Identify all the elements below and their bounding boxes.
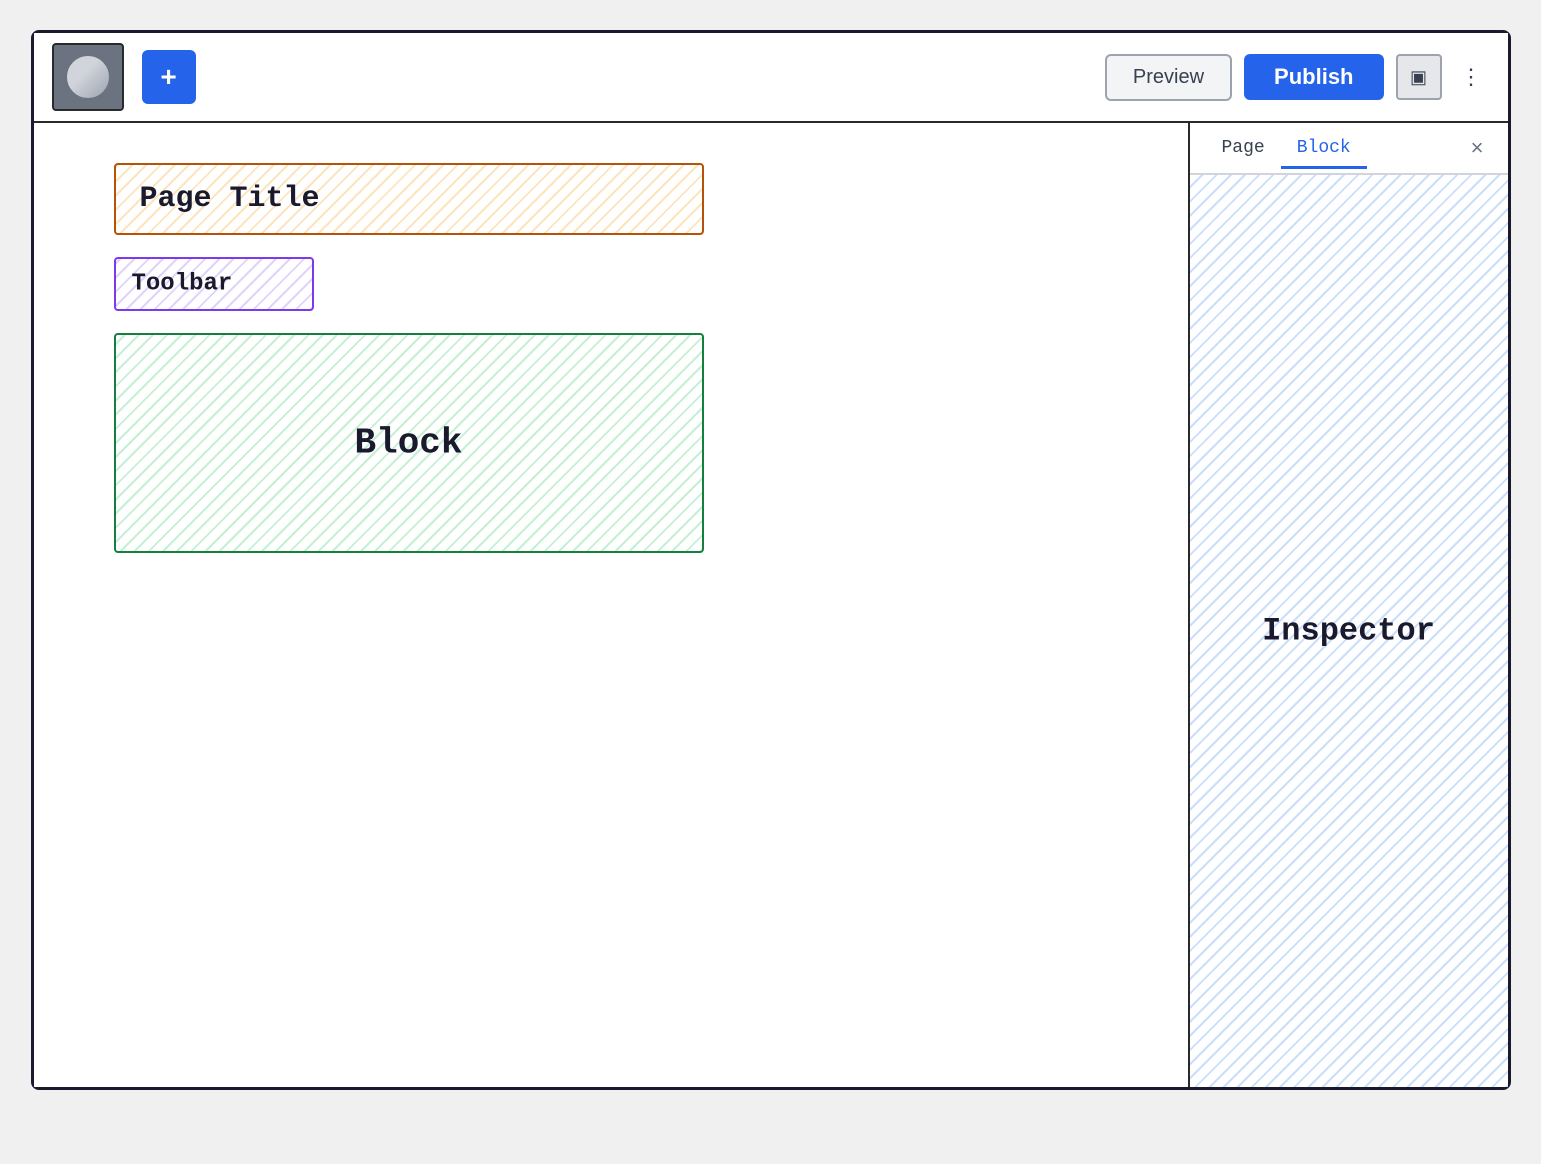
toolbar-text: Toolbar (132, 271, 233, 298)
page-title-hatched-box[interactable]: Page Title (114, 163, 704, 235)
inspector-label: Inspector (1262, 613, 1435, 650)
toolbar-hatched-box[interactable]: Toolbar (114, 257, 314, 311)
plus-icon: + (160, 63, 176, 91)
logo-box (52, 43, 124, 111)
topbar-actions: Preview Publish ▣ ⋮ (1105, 54, 1490, 101)
logo-icon (65, 54, 111, 100)
more-options-button[interactable]: ⋮ (1454, 54, 1490, 100)
block-container: Block (114, 333, 1108, 553)
canvas: Page Title Toolbar Block (34, 123, 1188, 1087)
tab-page[interactable]: Page (1206, 130, 1281, 169)
app-window: + Preview Publish ▣ ⋮ Page Title (31, 30, 1511, 1090)
settings-icon-button[interactable]: ▣ (1396, 54, 1442, 100)
main-area: Page Title Toolbar Block Page Block (34, 123, 1508, 1087)
toolbar-block: Toolbar (114, 257, 1108, 311)
page-title-text: Page Title (140, 182, 320, 216)
tab-block[interactable]: Block (1281, 130, 1367, 169)
page-title-block: Page Title (114, 163, 1108, 235)
topbar: + Preview Publish ▣ ⋮ (34, 33, 1508, 123)
inspector-close-button[interactable]: × (1463, 131, 1492, 165)
inspector-tabs: Page Block × (1190, 123, 1508, 175)
inspector-body: Inspector (1190, 175, 1508, 1087)
block-text: Block (354, 423, 462, 464)
add-button[interactable]: + (142, 50, 196, 104)
publish-button[interactable]: Publish (1244, 54, 1383, 100)
preview-button[interactable]: Preview (1105, 54, 1232, 101)
block-hatched-box[interactable]: Block (114, 333, 704, 553)
inspector-panel: Page Block × Inspector (1188, 123, 1508, 1087)
settings-icon: ▣ (1410, 67, 1427, 88)
